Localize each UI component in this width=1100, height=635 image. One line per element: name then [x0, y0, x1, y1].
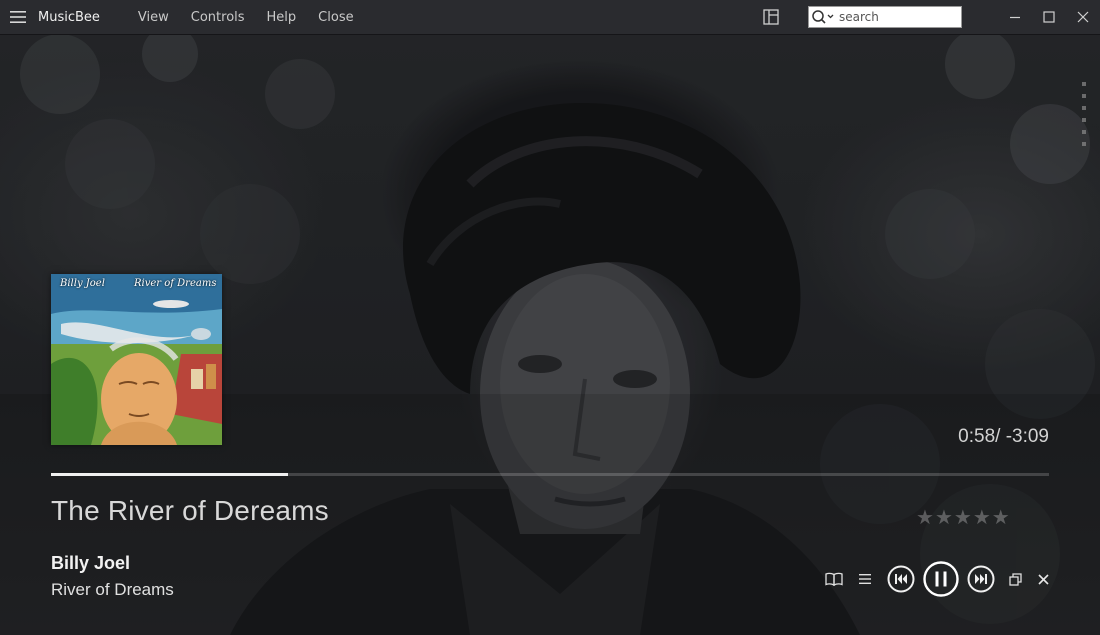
progress-bar[interactable]: [51, 473, 1049, 476]
album-cover-image: [51, 274, 222, 445]
close-window-button[interactable]: [1066, 0, 1100, 34]
musicbee-window: MusicBee View Controls Help Close search…: [0, 0, 1100, 635]
time-display[interactable]: 0:58/ -3:09: [958, 426, 1049, 448]
hamburger-menu-button[interactable]: [0, 0, 36, 34]
app-title: MusicBee: [38, 9, 100, 25]
close-icon: [1037, 573, 1049, 585]
menu-controls[interactable]: Controls: [191, 10, 245, 25]
next-track-button[interactable]: [962, 561, 1000, 597]
pause-icon: [923, 561, 959, 597]
menu-close[interactable]: Close: [318, 10, 353, 25]
maximize-button[interactable]: [1032, 0, 1066, 34]
maximize-icon: [1043, 11, 1055, 23]
track-title: The River of Dereams: [51, 495, 329, 526]
previous-track-button[interactable]: [882, 561, 920, 597]
list-icon: [859, 574, 871, 584]
progress-fill: [51, 473, 288, 476]
next-track-icon: [967, 565, 995, 593]
rating-star[interactable]: ★: [916, 505, 935, 529]
play-pause-button[interactable]: [920, 561, 962, 597]
album-cover-title-text: River of Dreams: [134, 278, 217, 289]
search-input[interactable]: [839, 10, 949, 24]
scroll-indicator: [1082, 82, 1086, 154]
playback-controls: [820, 561, 1056, 597]
search-dropdown[interactable]: [809, 7, 839, 27]
playlist-button[interactable]: [848, 561, 882, 597]
previous-track-icon: [887, 565, 915, 593]
rating-star[interactable]: ★: [935, 505, 954, 529]
menu-help[interactable]: Help: [267, 10, 297, 25]
search-box[interactable]: [808, 6, 962, 28]
minimize-icon: [1010, 16, 1020, 19]
layout-button[interactable]: [754, 0, 788, 34]
lyrics-button[interactable]: [820, 561, 848, 597]
track-album: River of Dreams: [51, 580, 174, 599]
minimize-button[interactable]: [998, 0, 1032, 34]
rating-star[interactable]: ★: [992, 505, 1011, 529]
track-artist: Billy Joel: [51, 553, 131, 573]
album-art[interactable]: Billy Joel River of Dreams: [51, 274, 222, 445]
layout-panels-icon: [763, 9, 779, 25]
search-icon: [812, 10, 834, 24]
exit-compact-button[interactable]: [1030, 561, 1056, 597]
album-cover-artist-text: Billy Joel: [60, 278, 105, 289]
book-icon: [825, 572, 843, 586]
title-bar: MusicBee View Controls Help Close: [0, 0, 1100, 35]
restore-window-button[interactable]: [1000, 561, 1030, 597]
rating-star[interactable]: ★: [973, 505, 992, 529]
hamburger-icon: [10, 11, 26, 23]
close-icon: [1077, 11, 1089, 23]
restore-window-icon: [1008, 572, 1022, 586]
menu-view[interactable]: View: [138, 10, 169, 25]
rating-stars[interactable]: ★★★★★: [916, 505, 1011, 529]
rating-star[interactable]: ★: [954, 505, 973, 529]
